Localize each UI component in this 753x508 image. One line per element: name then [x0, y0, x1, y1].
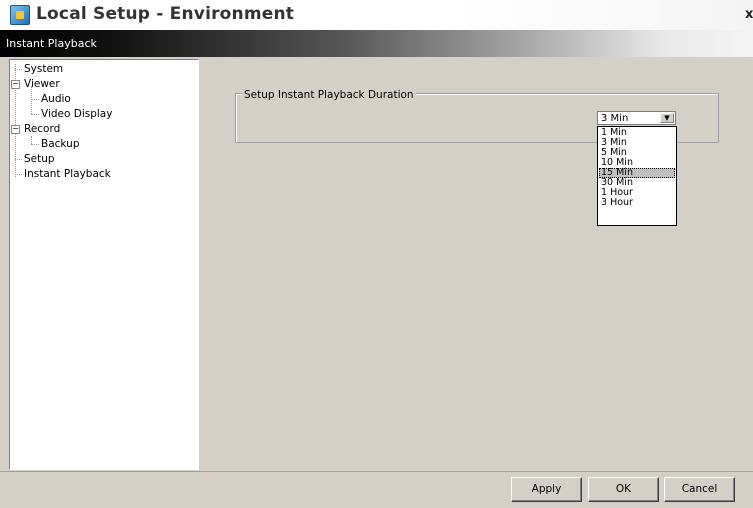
- tree-connector: [15, 159, 22, 160]
- tree-item-system[interactable]: System: [24, 63, 63, 75]
- settings-tree: System − Viewer Audio Video Display − Re…: [9, 59, 199, 470]
- tree-connector: [31, 144, 39, 145]
- close-button[interactable]: x: [745, 7, 753, 22]
- section-title: Instant Playback: [6, 37, 97, 50]
- tree-item-record[interactable]: Record: [24, 123, 60, 135]
- chevron-down-icon[interactable]: ▼: [660, 113, 674, 123]
- duration-option[interactable]: 3 Hour: [599, 198, 675, 208]
- viewer-collapse-icon[interactable]: −: [11, 80, 20, 89]
- record-collapse-icon[interactable]: −: [11, 125, 20, 134]
- tree-connector: [15, 69, 22, 70]
- tree-connector: [31, 86, 32, 114]
- app-icon: [10, 5, 30, 25]
- tree-connector: [31, 99, 39, 100]
- tree-item-backup[interactable]: Backup: [41, 138, 80, 150]
- duration-select[interactable]: 3 Min ▼: [597, 111, 676, 125]
- tree-connector: [15, 174, 22, 175]
- window-title: Local Setup - Environment: [36, 4, 295, 24]
- tree-item-viewer[interactable]: Viewer: [24, 78, 60, 90]
- tree-connector: [31, 136, 32, 144]
- tree-item-instant-playback[interactable]: Instant Playback: [24, 168, 111, 180]
- duration-dropdown-list: 1 Min 3 Min 5 Min 10 Min 15 Min 30 Min 1…: [597, 126, 677, 226]
- tree-item-video-display[interactable]: Video Display: [41, 108, 112, 120]
- ok-button[interactable]: OK: [588, 477, 659, 502]
- section-header: Instant Playback: [0, 30, 753, 57]
- selected-duration: 3 Min: [601, 113, 629, 124]
- group-label: Setup Instant Playback Duration: [242, 89, 416, 101]
- tree-connector: [31, 114, 39, 115]
- apply-button[interactable]: Apply: [511, 477, 582, 502]
- tree-item-setup[interactable]: Setup: [24, 153, 55, 165]
- title-bar: Local Setup - Environment x: [0, 0, 753, 30]
- cancel-button[interactable]: Cancel: [664, 477, 735, 502]
- tree-item-audio[interactable]: Audio: [41, 93, 71, 105]
- footer-divider: [0, 471, 753, 472]
